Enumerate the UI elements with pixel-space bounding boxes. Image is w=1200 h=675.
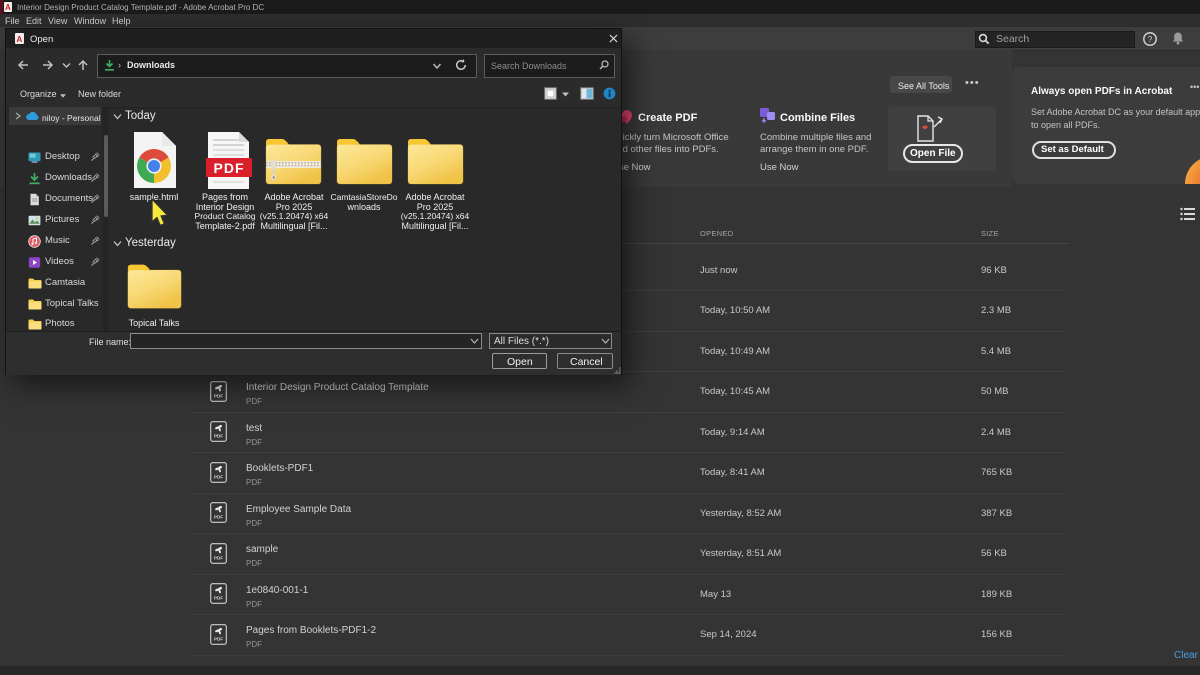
svg-text:PDF: PDF bbox=[214, 596, 223, 601]
svg-text:PDF: PDF bbox=[214, 434, 223, 439]
svg-text:PDF: PDF bbox=[214, 555, 223, 560]
svg-text:PDF: PDF bbox=[214, 636, 223, 641]
svg-text:PDF: PDF bbox=[214, 160, 245, 176]
svg-text:PDF: PDF bbox=[214, 515, 223, 520]
svg-text:PDF: PDF bbox=[214, 474, 223, 479]
svg-text:PDF: PDF bbox=[214, 393, 223, 398]
svg-text:?: ? bbox=[1148, 34, 1153, 44]
